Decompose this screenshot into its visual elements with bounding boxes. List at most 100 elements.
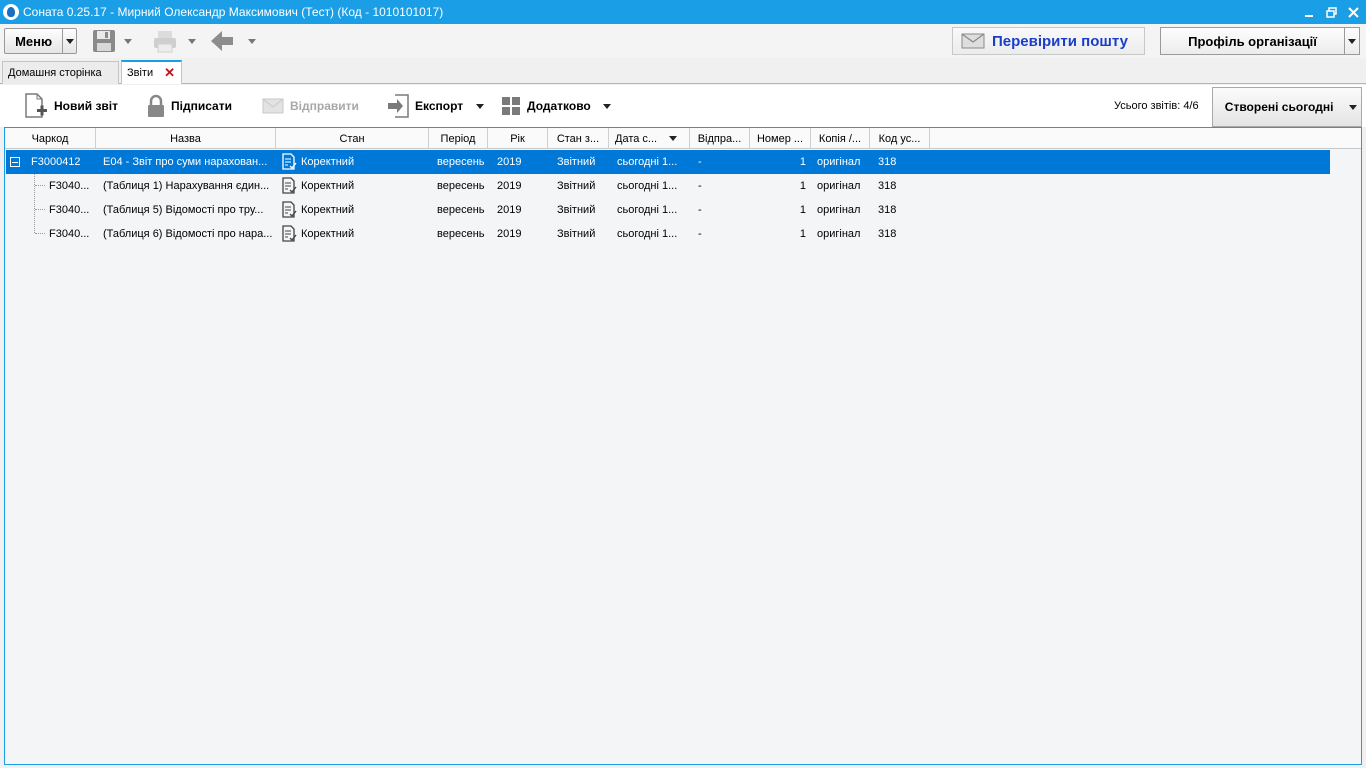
column-header[interactable]: Код ус...	[870, 128, 930, 149]
chevron-down-icon	[1349, 104, 1358, 110]
cell-state: Коректний	[280, 174, 430, 198]
envelope-icon	[262, 98, 284, 114]
lock-icon	[147, 94, 165, 118]
column-header[interactable]: Рік	[488, 128, 548, 149]
cell-state-z: Звітний	[557, 228, 596, 240]
check-mail-button[interactable]: Перевірити пошту	[952, 27, 1145, 55]
column-header[interactable]: Стан	[276, 128, 429, 149]
cell-state: Коректний	[280, 198, 430, 222]
export-icon	[387, 94, 409, 118]
profile-label: Профіль організації	[1188, 33, 1317, 49]
cell-sent: -	[698, 204, 702, 216]
reports-toolbar: Новий звіт Підписати Відправити Експорт …	[0, 85, 1366, 127]
cell-number: 1	[799, 228, 806, 240]
cell-name: (Таблиця 5) Відомості про тру...	[103, 204, 264, 216]
filter-label: Створені сьогодні	[1224, 100, 1334, 114]
chevron-down-icon[interactable]	[248, 38, 256, 44]
cell-kod: 318	[878, 204, 897, 216]
send-button[interactable]: Відправити	[262, 93, 359, 119]
save-button[interactable]	[92, 28, 132, 54]
column-header[interactable]: Відпра...	[690, 128, 750, 149]
cell-state-z: Звітний	[557, 204, 596, 216]
cell-period: вересень	[437, 228, 485, 240]
table-row[interactable]: F3000412 E04 - Звіт про суми нарахован..…	[6, 150, 1330, 174]
tab-bar: Домашня сторінка Звіти ✕	[0, 58, 1366, 84]
send-label: Відправити	[290, 99, 359, 113]
cell-name: (Таблиця 6) Відомості про нара...	[103, 228, 273, 240]
filter-dropdown-arrow[interactable]	[1345, 104, 1361, 110]
menu-dropdown-arrow[interactable]	[62, 29, 76, 53]
cell-number: 1	[799, 180, 806, 192]
cell-date: сьогодні 1...	[617, 204, 678, 216]
cell-name: E04 - Звіт про суми нарахован...	[103, 156, 268, 168]
table-row[interactable]: F3040... (Таблиця 1) Нарахування єдин...…	[6, 174, 1330, 198]
column-header[interactable]: Копія /...	[811, 128, 870, 149]
chevron-down-icon[interactable]	[476, 103, 485, 109]
chevron-down-icon	[65, 38, 74, 44]
minimize-icon[interactable]	[1298, 0, 1320, 24]
cell-copy: оригінал	[817, 204, 861, 216]
check-mail-label: Перевірити пошту	[992, 32, 1128, 50]
chevron-down-icon[interactable]	[602, 103, 611, 109]
app-logo-icon	[3, 4, 19, 20]
tab-reports-label: Звіти	[127, 67, 154, 79]
cell-year: 2019	[497, 156, 522, 168]
cell-period: вересень	[437, 204, 485, 216]
new-report-button[interactable]: Новий звіт	[24, 93, 118, 119]
document-check-icon	[282, 225, 297, 242]
document-check-icon	[282, 153, 297, 170]
cell-state-label: Коректний	[301, 180, 355, 192]
cell-state-label: Коректний	[301, 228, 355, 240]
profile-button[interactable]: Профіль організації	[1160, 27, 1360, 55]
arrow-left-icon	[211, 31, 233, 51]
cell-state-z: Звітний	[557, 180, 596, 192]
cell-number: 1	[799, 204, 806, 216]
sign-button[interactable]: Підписати	[147, 93, 232, 119]
cell-year: 2019	[497, 228, 522, 240]
column-header-date[interactable]: Дата с...	[609, 128, 690, 149]
close-icon[interactable]	[1342, 0, 1364, 24]
column-header[interactable]: Назва	[96, 128, 276, 149]
main-toolbar: Меню Перевірити пошту Профіль організаці…	[0, 24, 1366, 58]
cell-code: F3040...	[49, 228, 90, 240]
cell-kod: 318	[878, 180, 897, 192]
cell-state-label: Коректний	[301, 204, 355, 216]
reports-total: Усього звітів: 4/6	[1114, 100, 1199, 112]
document-check-icon	[282, 201, 297, 218]
restore-icon[interactable]	[1320, 0, 1342, 24]
column-header[interactable]: Номер ...	[750, 128, 811, 149]
reports-grid[interactable]: Чаркод Назва Стан Період Рік Стан з... Д…	[4, 127, 1362, 765]
column-header[interactable]: Чаркод	[5, 128, 96, 149]
menu-button[interactable]: Меню	[4, 28, 77, 54]
new-document-icon	[24, 93, 48, 119]
cell-copy: оригінал	[817, 228, 861, 240]
cell-state-label: Коректний	[301, 156, 355, 168]
sort-descending-icon	[669, 136, 677, 141]
tab-home[interactable]: Домашня сторінка	[2, 61, 119, 84]
export-label: Експорт	[415, 99, 464, 113]
print-icon	[154, 31, 176, 53]
print-button[interactable]	[152, 28, 196, 54]
chevron-down-icon	[1348, 38, 1357, 44]
tab-home-label: Домашня сторінка	[8, 67, 102, 79]
cell-name: (Таблиця 1) Нарахування єдин...	[103, 180, 270, 192]
chevron-down-icon[interactable]	[124, 38, 132, 44]
more-button[interactable]: Додатково	[501, 93, 611, 119]
more-label: Додатково	[527, 99, 591, 113]
chevron-down-icon[interactable]	[188, 38, 196, 44]
tab-reports[interactable]: Звіти ✕	[121, 60, 182, 84]
column-header[interactable]: Стан з...	[548, 128, 609, 149]
export-button[interactable]: Експорт	[387, 93, 485, 119]
table-row[interactable]: F3040... (Таблиця 5) Відомості про тру..…	[6, 198, 1330, 222]
cell-sent: -	[698, 228, 702, 240]
collapse-toggle-icon[interactable]	[10, 157, 20, 167]
menu-button-label: Меню	[15, 33, 53, 49]
table-row[interactable]: F3040... (Таблиця 6) Відомості про нара.…	[6, 222, 1330, 246]
cell-kod: 318	[878, 228, 897, 240]
filter-dropdown[interactable]: Створені сьогодні	[1212, 87, 1362, 127]
back-button[interactable]	[209, 28, 256, 54]
column-header[interactable]: Період	[429, 128, 488, 149]
profile-dropdown-arrow[interactable]	[1344, 28, 1359, 54]
close-tab-icon[interactable]: ✕	[164, 65, 175, 81]
cell-state: Коректний	[280, 150, 430, 174]
